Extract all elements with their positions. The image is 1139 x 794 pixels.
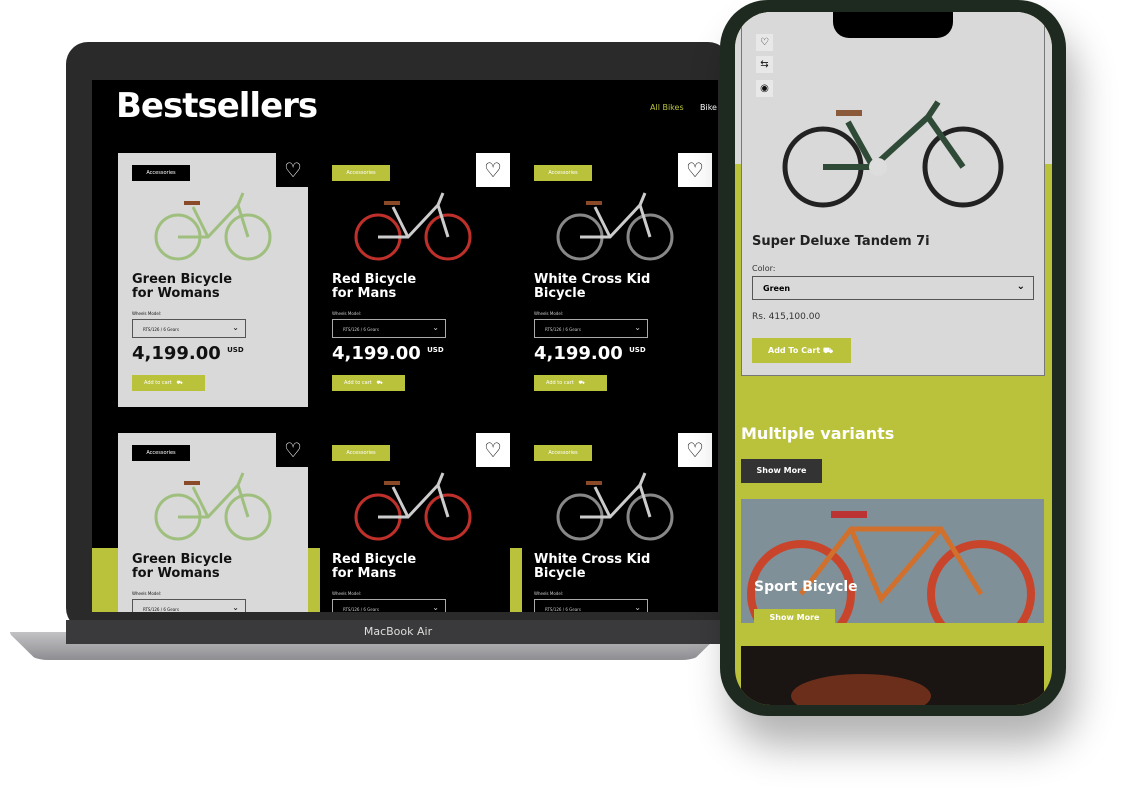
add-to-cart-button[interactable]: Add to cart ⛟ bbox=[132, 375, 205, 391]
laptop-label: MacBook Air bbox=[66, 620, 730, 644]
chevron-down-icon: ⌄ bbox=[232, 603, 239, 612]
wishlist-heart-icon[interactable]: ♡ bbox=[276, 153, 310, 187]
product-name: White Cross Kid Bicycle bbox=[534, 552, 651, 581]
product-image bbox=[154, 472, 272, 541]
banner-title: Sport Bicycle bbox=[754, 579, 858, 595]
add-to-cart-button[interactable]: Add To Cart ⛟ bbox=[752, 338, 851, 363]
product-image bbox=[354, 472, 472, 541]
compare-icon[interactable]: ⇆ bbox=[756, 56, 773, 73]
wheels-select[interactable]: RTS/126 / 6 Gears ⌄ bbox=[534, 599, 648, 612]
saddle-banner[interactable] bbox=[741, 646, 1044, 705]
wheels-select[interactable]: RTS/126 / 6 Gears ⌄ bbox=[332, 599, 446, 612]
wheels-label: Wheels Model: bbox=[332, 311, 362, 316]
chevron-down-icon: ⌄ bbox=[432, 323, 439, 332]
category-tag: Accessories bbox=[534, 445, 592, 461]
chevron-down-icon: ⌄ bbox=[232, 323, 239, 332]
phone-screen: ♡ ⇆ ◉ Super Deluxe Tandem 7i Color: Gree… bbox=[735, 12, 1052, 705]
category-tag: Accessories bbox=[534, 165, 592, 181]
wishlist-heart-icon[interactable]: ♡ bbox=[678, 433, 712, 467]
category-tag: Accessories bbox=[332, 165, 390, 181]
product-price: 4,199.00 USD bbox=[132, 343, 244, 364]
phone-notch bbox=[833, 12, 953, 38]
wheels-select[interactable]: RTS/126 / 6 Gears ⌄ bbox=[534, 319, 648, 338]
accent-strip bbox=[92, 548, 118, 612]
banner-image bbox=[747, 511, 1035, 623]
chevron-down-icon: ⌄ bbox=[432, 603, 439, 612]
laptop-frame: Bestsellers All Bikes Bike Accessories ♡… bbox=[66, 42, 730, 630]
product-price: 4,199.00 USD bbox=[534, 343, 646, 364]
product-card: ♡ ⇆ ◉ Super Deluxe Tandem 7i Color: Gree… bbox=[741, 12, 1045, 376]
wheels-select[interactable]: RTS/126 / 6 Gears ⌄ bbox=[132, 599, 246, 612]
banner-image bbox=[791, 674, 931, 705]
product-price: 4,199.00 USD bbox=[332, 343, 444, 364]
add-to-cart-button[interactable]: Add to cart ⛟ bbox=[534, 375, 607, 391]
wheels-label: Wheels Model: bbox=[132, 311, 162, 316]
category-tag: Accessories bbox=[332, 445, 390, 461]
product-name: Red Bicycle for Mans bbox=[332, 272, 417, 301]
product-card[interactable]: Accessories ♡ Red Bicycle for Mans Wheels… bbox=[318, 153, 510, 407]
product-card[interactable]: Accessories ♡ Green Bicycle for Womans Wh… bbox=[118, 433, 310, 612]
product-image bbox=[354, 192, 472, 261]
product-name: Green Bicycle for Womans bbox=[132, 272, 233, 301]
phone-frame: ♡ ⇆ ◉ Super Deluxe Tandem 7i Color: Gree… bbox=[720, 0, 1066, 716]
product-card[interactable]: Accessories ♡ White Cross Kid Bicycle Whe… bbox=[520, 153, 712, 407]
product-name: White Cross Kid Bicycle bbox=[534, 272, 651, 301]
product-card[interactable]: Accessories ♡ Red Bicycle for Mans Wheels… bbox=[318, 433, 510, 612]
wheels-label: Wheels Model: bbox=[534, 311, 564, 316]
wishlist-heart-icon[interactable]: ♡ bbox=[476, 433, 510, 467]
wishlist-heart-icon[interactable]: ♡ bbox=[476, 153, 510, 187]
product-image bbox=[556, 192, 674, 261]
category-tag: Accessories bbox=[132, 165, 190, 181]
product-card[interactable]: Accessories ♡ White Cross Kid Bicycle Whe… bbox=[520, 433, 712, 612]
chevron-down-icon: ⌄ bbox=[1016, 281, 1025, 292]
page-title: Bestsellers bbox=[116, 86, 318, 126]
section-title: Multiple variants bbox=[741, 424, 895, 443]
banner-show-more-button[interactable]: Show More bbox=[754, 609, 835, 623]
color-label: Color: bbox=[752, 264, 776, 273]
nav-bike[interactable]: Bike bbox=[700, 103, 717, 112]
product-image bbox=[782, 100, 1004, 208]
product-card[interactable]: Accessories ♡ Green Bicycle for Womans Wh… bbox=[118, 153, 310, 407]
show-more-button[interactable]: Show More bbox=[741, 459, 822, 483]
product-image bbox=[556, 472, 674, 541]
color-select[interactable]: Green ⌄ bbox=[752, 276, 1034, 300]
wishlist-heart-icon[interactable]: ♡ bbox=[276, 433, 310, 467]
product-name: Red Bicycle for Mans bbox=[332, 552, 417, 581]
wheels-select[interactable]: RTS/126 / 6 Gears ⌄ bbox=[332, 319, 446, 338]
product-name: Green Bicycle for Womans bbox=[132, 552, 233, 581]
wheels-label: Wheels Model: bbox=[534, 591, 564, 596]
laptop-screen: Bestsellers All Bikes Bike Accessories ♡… bbox=[92, 80, 718, 612]
wheels-label: Wheels Model: bbox=[332, 591, 362, 596]
wheels-label: Wheels Model: bbox=[132, 591, 162, 596]
product-price: Rs. 415,100.00 bbox=[752, 312, 821, 322]
color-value: Green bbox=[763, 284, 791, 293]
wishlist-heart-icon[interactable]: ♡ bbox=[678, 153, 712, 187]
nav-all-bikes[interactable]: All Bikes bbox=[650, 103, 684, 112]
eye-icon[interactable]: ◉ bbox=[756, 80, 773, 97]
chevron-down-icon: ⌄ bbox=[634, 323, 641, 332]
wheels-select[interactable]: RTS/126 / 6 Gears ⌄ bbox=[132, 319, 246, 338]
add-to-cart-button[interactable]: Add to cart ⛟ bbox=[332, 375, 405, 391]
heart-icon[interactable]: ♡ bbox=[756, 34, 773, 51]
category-tag: Accessories bbox=[132, 445, 190, 461]
product-image bbox=[154, 192, 272, 261]
sport-bicycle-banner[interactable]: Sport Bicycle Show More bbox=[741, 499, 1044, 623]
chevron-down-icon: ⌄ bbox=[634, 603, 641, 612]
product-name: Super Deluxe Tandem 7i bbox=[752, 234, 930, 249]
